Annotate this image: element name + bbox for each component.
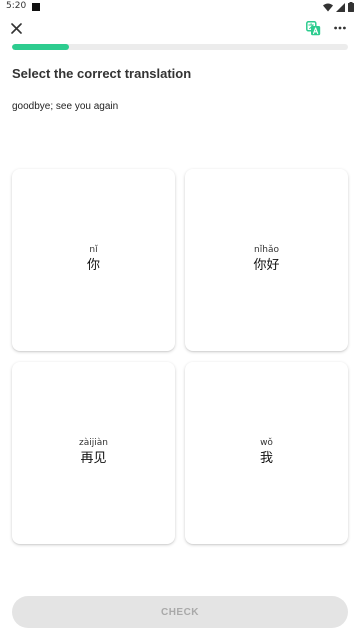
- more-horizontal-icon: [334, 26, 346, 30]
- status-bar: 5:20: [0, 0, 360, 14]
- close-button[interactable]: [6, 18, 26, 38]
- option-hanzi: 再见: [80, 451, 107, 466]
- status-icons: [323, 1, 354, 13]
- status-time: 5:20: [6, 1, 27, 11]
- option-hanzi: 你好: [253, 258, 280, 273]
- translate-icon: [305, 20, 320, 35]
- option-card[interactable]: zàijiàn 再见: [12, 362, 175, 544]
- lesson-progress-bar: [12, 44, 348, 50]
- cell-signal-icon: [336, 2, 345, 12]
- option-pinyin: zàijiàn: [79, 438, 108, 448]
- option-pinyin: nǐ: [89, 245, 98, 255]
- option-hanzi: 你: [86, 258, 100, 273]
- more-options-button[interactable]: [328, 18, 352, 38]
- page-title: Select the correct translation: [12, 66, 192, 81]
- option-card[interactable]: wǒ 我: [185, 362, 348, 544]
- translate-button[interactable]: [302, 18, 324, 38]
- wifi-icon: [323, 3, 333, 11]
- battery-icon: [348, 2, 354, 12]
- option-pinyin: nǐhǎo: [254, 245, 279, 255]
- notification-icon: [32, 3, 40, 11]
- close-icon: [10, 22, 22, 34]
- lesson-progress-fill: [12, 44, 70, 50]
- option-pinyin: wǒ: [260, 438, 273, 448]
- prompt-text: goodbye; see you again: [12, 101, 119, 112]
- option-card[interactable]: nǐhǎo 你好: [185, 169, 348, 351]
- option-card[interactable]: nǐ 你: [12, 169, 175, 351]
- check-button[interactable]: CHECK: [12, 596, 348, 628]
- toolbar: [0, 14, 360, 44]
- option-hanzi: 我: [259, 451, 273, 466]
